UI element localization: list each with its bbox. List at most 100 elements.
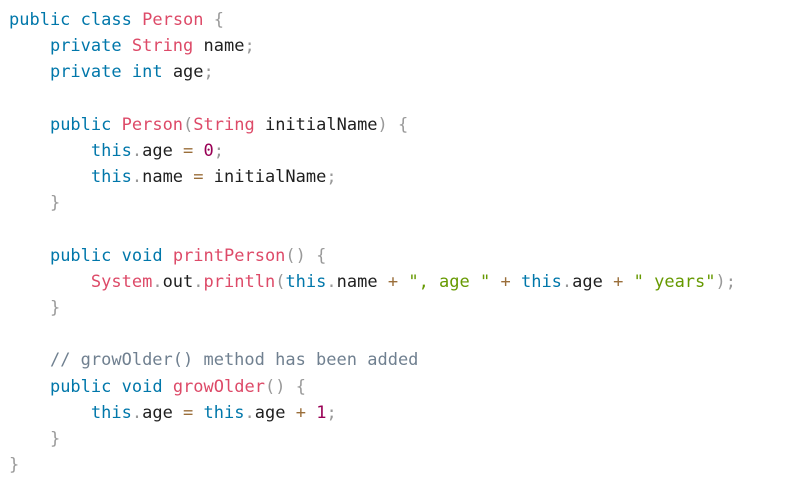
code-token-operator: = <box>183 140 194 161</box>
code-token-keyword: public <box>49 245 112 266</box>
code-line: ​ <box>9 321 796 347</box>
code-token-punctuation: ; <box>203 62 214 83</box>
code-token-punctuation: ( <box>264 376 276 397</box>
code-token-punctuation: . <box>131 402 143 423</box>
code-token-string: ", age " <box>408 271 491 292</box>
code-token-punctuation: . <box>326 271 337 292</box>
code-token-punctuation: { <box>213 10 225 30</box>
code-token-punctuation: ; <box>326 167 337 188</box>
code-line: } <box>9 426 796 452</box>
code-token-plain: out <box>162 271 194 292</box>
code-line: } <box>9 452 796 478</box>
code-token-punctuation: . <box>131 167 143 188</box>
code-token-punctuation: ( <box>275 271 286 292</box>
code-token-keyword: public <box>49 114 112 135</box>
code-token-number: 0 <box>203 140 214 161</box>
code-token-punctuation: ) <box>275 376 286 397</box>
code-token-string: " years" <box>633 271 716 292</box>
code-token-plain: initialName <box>254 114 378 135</box>
code-token-plain: initialName <box>203 167 327 188</box>
code-line: public class Person { <box>9 7 796 33</box>
code-block[interactable]: public class Person { private String nam… <box>0 0 796 484</box>
code-token-comment: // growOlder() method has been added <box>49 350 419 371</box>
code-token-punctuation: { <box>316 245 327 266</box>
code-token-operator: + <box>295 402 306 423</box>
code-token-number: 1 <box>316 402 327 423</box>
code-token-punctuation: ) <box>295 245 306 266</box>
code-token-operator: = <box>193 167 204 188</box>
code-token-punctuation: { <box>398 114 409 135</box>
code-token-keyword: this <box>520 271 562 292</box>
code-token-class-name: Person <box>142 10 204 30</box>
code-token-punctuation: ) <box>377 114 388 135</box>
code-token-class-name: printPerson <box>172 245 286 266</box>
code-token-plain: age <box>142 140 184 161</box>
code-token-class-name: System <box>90 271 153 292</box>
code-line: this.age = 0; <box>9 138 796 164</box>
code-token-class-name: println <box>203 271 276 292</box>
code-line: public Person(String initialName) { <box>9 112 796 138</box>
code-token-operator: + <box>613 271 624 292</box>
code-token-punctuation: ; <box>326 402 337 423</box>
code-token-plain: age <box>162 62 204 83</box>
code-token-punctuation: . <box>193 271 204 292</box>
code-line: ​ <box>9 217 796 243</box>
code-token-punctuation: . <box>152 271 163 292</box>
code-token-punctuation: } <box>49 429 61 449</box>
code-token-keyword: int <box>131 62 163 83</box>
code-line: public void printPerson() { <box>9 243 796 269</box>
code-token-punctuation: { <box>295 376 306 397</box>
code-line: this.name = initialName; <box>9 164 796 190</box>
code-token-plain: age <box>572 271 614 292</box>
code-token-punctuation: } <box>9 455 20 476</box>
code-token-punctuation: . <box>561 271 573 292</box>
code-token-keyword: class <box>80 10 132 30</box>
code-token-punctuation: } <box>49 193 61 214</box>
code-line: this.age = this.age + 1; <box>9 400 796 426</box>
code-token-plain: age <box>142 402 184 423</box>
code-token-punctuation: ) <box>715 271 726 292</box>
code-token-keyword: this <box>90 402 132 423</box>
code-token-punctuation: ( <box>183 114 194 135</box>
code-token-keyword: private <box>49 62 122 83</box>
code-token-punctuation: . <box>244 402 255 423</box>
code-token-plain: name <box>193 36 245 57</box>
code-token-keyword: this <box>90 140 132 161</box>
code-token-class-name: String <box>131 36 194 57</box>
code-token-punctuation: . <box>131 140 143 161</box>
code-line: System.out.println(this.name + ", age " … <box>9 269 796 295</box>
code-line: public void growOlder() { <box>9 374 796 400</box>
code-token-punctuation: } <box>49 298 61 319</box>
code-token-keyword: void <box>121 245 163 266</box>
code-line: // growOlder() method has been added <box>9 347 796 373</box>
code-token-class-name: growOlder <box>172 376 265 397</box>
code-token-class-name: String <box>193 114 255 135</box>
code-token-punctuation: ; <box>244 36 255 57</box>
code-token-class-name: Person <box>121 114 184 135</box>
